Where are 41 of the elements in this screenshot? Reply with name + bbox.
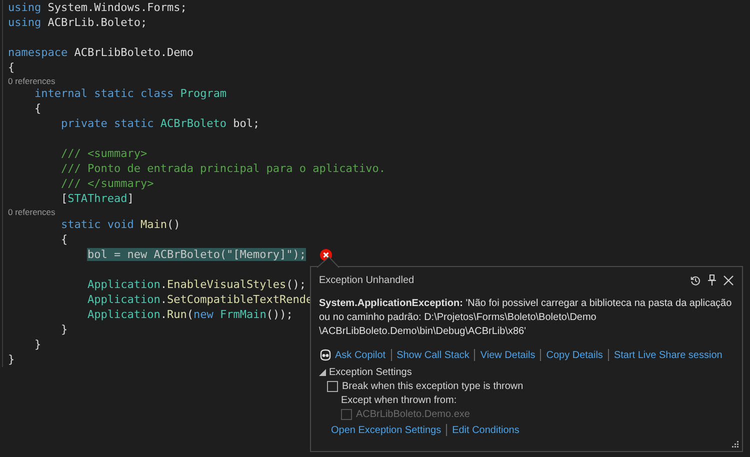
- option-heading: Except when thrown from:: [341, 395, 457, 406]
- action-link[interactable]: View Details: [480, 350, 536, 360]
- copilot-icon[interactable]: [319, 349, 332, 361]
- checkbox[interactable]: [327, 381, 338, 392]
- checkbox-label: ACBrLibBoleto.Demo.exe: [356, 409, 470, 420]
- collapse-triangle-icon[interactable]: [319, 369, 326, 376]
- popup-title: Exception Unhandled: [319, 274, 414, 286]
- checkbox-label: Break when this exception type is thrown: [342, 381, 524, 392]
- close-icon[interactable]: [723, 274, 734, 286]
- action-link[interactable]: Copy Details: [546, 350, 603, 360]
- code-line: }: [34, 338, 42, 351]
- code-line: Application.SetCompatibleTextRende: [87, 293, 313, 306]
- code-line: }: [60, 323, 68, 336]
- action-link[interactable]: Ask Copilot: [335, 350, 386, 360]
- code-line: /// </summary>: [60, 177, 154, 190]
- code-line: using System.Windows.Forms;: [8, 1, 187, 14]
- code-line: [STAThread]: [60, 192, 134, 205]
- history-icon[interactable]: [690, 274, 701, 286]
- settings-link[interactable]: Open Exception Settings: [331, 424, 442, 436]
- resize-grip-icon[interactable]: [732, 441, 739, 448]
- code-line: Application.Run(new FrmMain());: [87, 308, 293, 321]
- code-line: internal static class Program: [34, 87, 227, 100]
- code-line: using ACBrLib.Boleto;: [8, 16, 148, 29]
- code-line: private static ACBrBoleto bol;: [60, 117, 260, 130]
- exception-message: System.ApplicationException: 'Não foi possivel carregar a biblioteca na pasta da aplicação ou no caminho padrão: D:\Projetos\Forms\Boleto\Boleto\Demo \ACBrLibBoleto.Demo\bin\Debug\ACBrLib\x86': [319, 297, 733, 339]
- pin-icon[interactable]: [707, 274, 717, 286]
- code-line: static void Main(): [60, 218, 180, 231]
- code-line: }: [8, 353, 15, 366]
- code-line: /// Ponto de entrada principal para o aplicativo.: [60, 162, 386, 175]
- references-label[interactable]: 0 references: [8, 206, 56, 216]
- code-line: {: [8, 61, 15, 74]
- code-line: {: [34, 102, 42, 115]
- settings-heading: Exception Settings: [329, 367, 412, 378]
- code-line: Application.EnableVisualStyles();: [87, 278, 306, 291]
- settings-link[interactable]: Edit Conditions: [452, 424, 520, 436]
- code-line: namespace ACBrLibBoleto.Demo: [8, 46, 194, 59]
- action-link[interactable]: Show Call Stack: [396, 350, 470, 360]
- code-line: {: [60, 233, 68, 246]
- references-label[interactable]: 0 references: [8, 76, 56, 86]
- action-link[interactable]: Start Live Share session: [614, 350, 722, 360]
- code-line: /// <summary>: [60, 147, 148, 160]
